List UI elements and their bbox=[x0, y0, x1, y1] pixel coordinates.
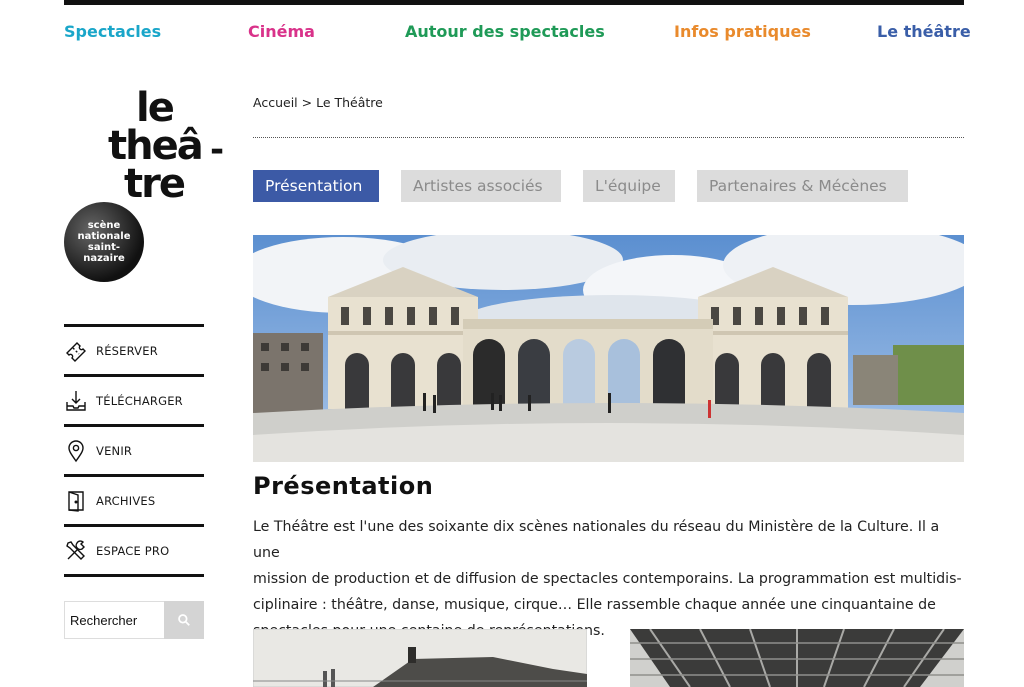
historic-photo-right bbox=[630, 629, 964, 687]
sidebar-item-archives[interactable]: ARCHIVES bbox=[64, 474, 204, 524]
sidebar-item-reserver[interactable]: RÉSERVER bbox=[64, 324, 204, 374]
sidebar-item-venir[interactable]: VENIR bbox=[64, 424, 204, 474]
tab-partenaires-mecenes[interactable]: Partenaires & Mécènes bbox=[697, 170, 908, 202]
breadcrumb-separator: > bbox=[301, 95, 313, 110]
badge-line: nationale bbox=[77, 231, 131, 242]
logo[interactable]: le theâ - tre scène nationale saint- naz… bbox=[64, 88, 236, 284]
ticket-icon bbox=[66, 341, 86, 362]
side-nav: RÉSERVER TÉLÉCHARGER VENIR ARCHIVES ESPA… bbox=[64, 324, 204, 577]
tab-artistes-associes[interactable]: Artistes associés bbox=[401, 170, 561, 202]
text-line: mission de production et de diffusion de… bbox=[253, 571, 962, 587]
tab-presentation[interactable]: Présentation bbox=[253, 170, 379, 202]
logo-word-thea: theâ bbox=[108, 123, 204, 169]
top-bar bbox=[64, 0, 964, 5]
nav-spectacles[interactable]: Spectacles bbox=[64, 22, 161, 41]
presentation-text: Le Théâtre est l'une des soixante dix sc… bbox=[253, 514, 967, 644]
archive-door-icon bbox=[68, 490, 84, 512]
search-button[interactable] bbox=[164, 601, 204, 639]
nav-infos-pratiques[interactable]: Infos pratiques bbox=[674, 22, 811, 41]
nav-le-theatre[interactable]: Le théâtre bbox=[877, 22, 971, 41]
logo-word-tre: tre bbox=[124, 161, 186, 207]
sidebar-item-telecharger[interactable]: TÉLÉCHARGER bbox=[64, 374, 204, 424]
badge-line: nazaire bbox=[83, 253, 125, 264]
breadcrumb-home[interactable]: Accueil bbox=[253, 95, 298, 110]
download-icon bbox=[66, 390, 86, 411]
sidebar-item-label: ESPACE PRO bbox=[96, 543, 170, 558]
sidebar-item-label: VENIR bbox=[96, 443, 133, 458]
badge-line: saint- bbox=[87, 242, 121, 253]
theatre-panorama-photo bbox=[253, 235, 964, 462]
logo-badge: scène nationale saint- nazaire bbox=[64, 202, 144, 282]
text-line: ciplinaire : théâtre, danse, musique, ci… bbox=[253, 597, 936, 613]
sidebar-item-label: RÉSERVER bbox=[96, 343, 158, 358]
search-icon bbox=[178, 614, 190, 626]
sidebar-item-espace-pro[interactable]: ESPACE PRO bbox=[64, 524, 204, 577]
map-pin-icon bbox=[68, 439, 84, 462]
breadcrumb-divider bbox=[253, 137, 964, 138]
nav-autour-des-spectacles[interactable]: Autour des spectacles bbox=[405, 22, 605, 41]
search-box bbox=[64, 601, 204, 639]
tab-equipe[interactable]: L'équipe bbox=[583, 170, 675, 202]
breadcrumb-current: Le Théâtre bbox=[316, 95, 383, 110]
section-title: Présentation bbox=[253, 472, 434, 500]
logo-word-le: le bbox=[136, 85, 175, 131]
text-line: Le Théâtre est l'une des soixante dix sc… bbox=[253, 519, 940, 561]
search-input[interactable] bbox=[64, 601, 164, 639]
sidebar-item-label: TÉLÉCHARGER bbox=[96, 393, 183, 408]
main-nav: Spectacles Cinéma Autour des spectacles … bbox=[64, 22, 971, 46]
logo-dash: - bbox=[210, 130, 224, 170]
breadcrumb: Accueil > Le Théâtre bbox=[253, 95, 383, 110]
sidebar-item-label: ARCHIVES bbox=[96, 493, 156, 508]
nav-cinema[interactable]: Cinéma bbox=[248, 22, 315, 41]
tools-icon bbox=[66, 539, 85, 560]
badge-line: scène bbox=[87, 220, 121, 231]
historic-photo-left bbox=[253, 629, 587, 687]
